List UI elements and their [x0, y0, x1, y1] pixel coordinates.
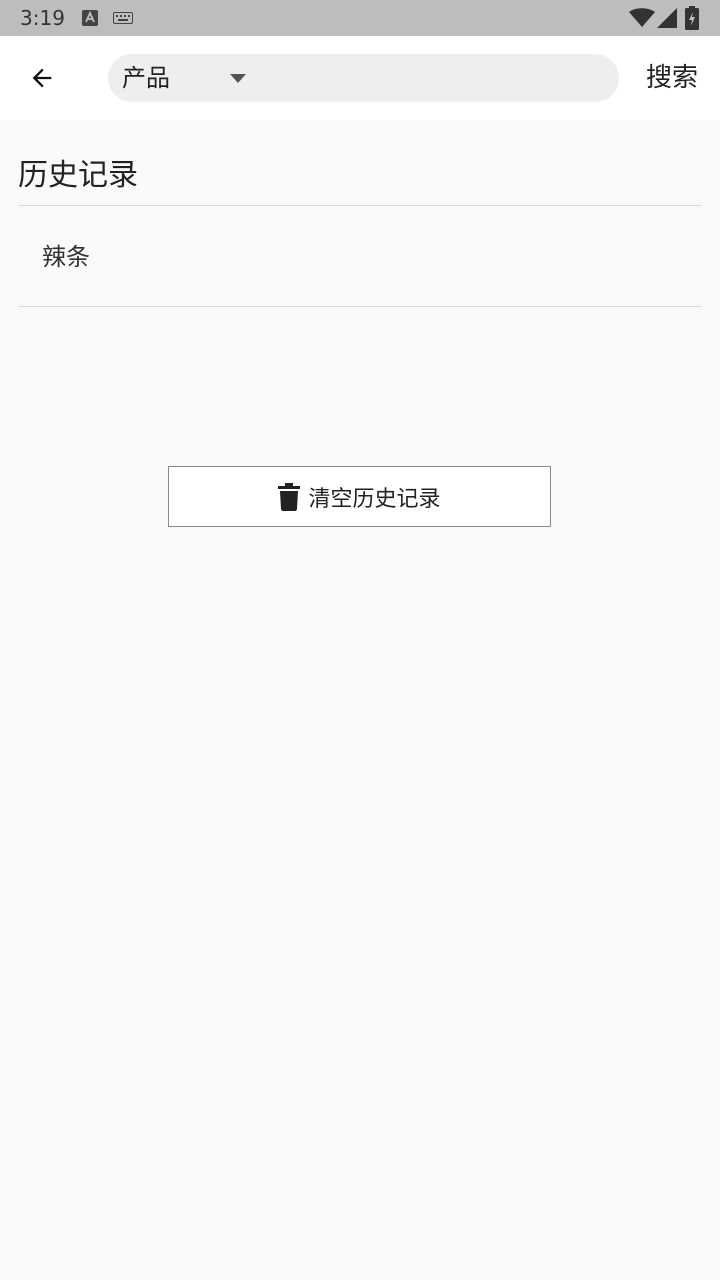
search-button[interactable]: 搜索: [636, 54, 708, 102]
battery-charging-icon: [685, 6, 699, 30]
dropdown-arrow-icon: [230, 74, 246, 83]
clear-history-label: 清空历史记录: [308, 486, 441, 512]
trash-icon: [278, 482, 301, 511]
keyboard-icon: [113, 12, 133, 24]
search-box: 产品: [108, 54, 619, 102]
history-item[interactable]: 辣条: [18, 206, 702, 306]
divider: [18, 306, 702, 307]
category-select[interactable]: 产品: [122, 54, 262, 102]
clear-history-button[interactable]: 清空历史记录: [168, 466, 551, 527]
arrow-back-icon: [32, 68, 52, 88]
back-button[interactable]: [14, 50, 70, 106]
history-title: 历史记录: [18, 158, 138, 193]
history-item-label: 辣条: [42, 243, 90, 271]
keyboard-a-icon: [82, 10, 98, 26]
status-time: 3:19: [20, 6, 65, 30]
status-bar: 3:19: [0, 0, 720, 36]
app-bar: 产品 搜索: [0, 36, 720, 120]
category-label: 产品: [122, 64, 170, 92]
search-input[interactable]: [268, 54, 598, 102]
signal-icon: [657, 8, 677, 28]
wifi-icon: [629, 8, 655, 27]
